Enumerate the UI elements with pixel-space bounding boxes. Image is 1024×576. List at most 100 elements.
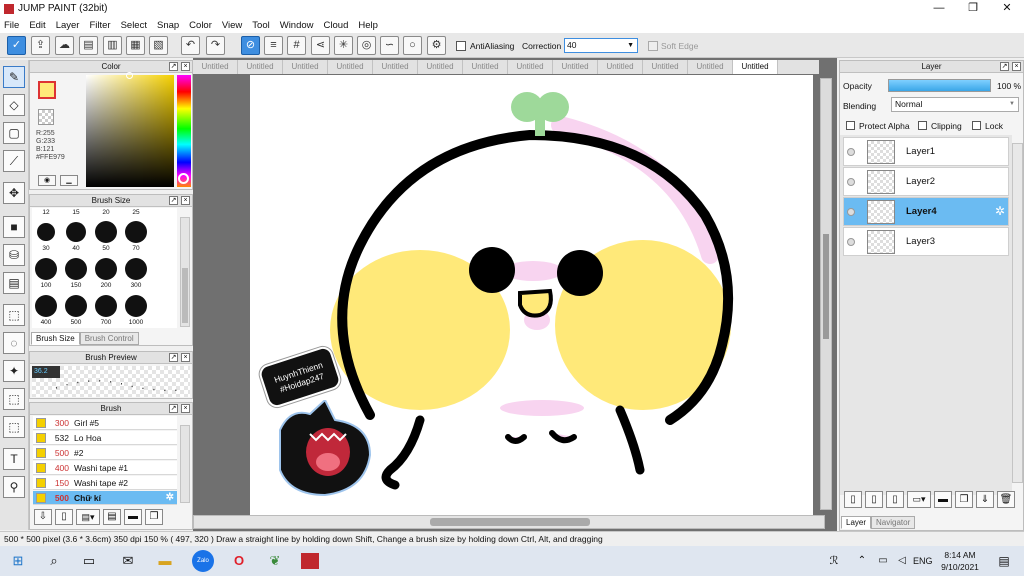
brush-type-menu-icon[interactable]: ▤▾ — [76, 509, 100, 525]
undock-icon[interactable]: ↗ — [169, 62, 178, 71]
color-menu-button[interactable]: ▁ — [60, 175, 78, 186]
people-icon[interactable]: ℛ — [824, 551, 844, 571]
radial-snap-icon[interactable]: ✳ — [334, 36, 353, 55]
new-layer-icon[interactable]: ▯ — [844, 491, 862, 508]
brush-size-scrollbar[interactable] — [180, 217, 190, 327]
undo-icon[interactable]: ↶ — [181, 36, 200, 55]
transparent-swatch[interactable] — [38, 109, 54, 125]
drawing-canvas[interactable]: HuynhThienn #Hoidap247 — [250, 75, 813, 515]
document-tab[interactable]: Untitled — [373, 60, 418, 74]
document-tab[interactable]: Untitled — [328, 60, 373, 74]
volume-icon[interactable]: ◁ — [892, 551, 912, 571]
ellipse-snap-icon[interactable]: ○ — [403, 36, 422, 55]
brush-size-option[interactable] — [95, 258, 117, 280]
tab-navigator[interactable]: Navigator — [871, 516, 916, 529]
brush-item[interactable]: 150 Washi tape #2 — [33, 476, 177, 490]
minimize-button[interactable]: — — [922, 0, 956, 17]
menu-file[interactable]: File — [4, 20, 19, 31]
layer-row[interactable]: Layer3 — [843, 227, 1009, 256]
opera-icon[interactable]: O — [229, 551, 249, 571]
brush-size-option[interactable] — [125, 295, 147, 317]
brush-size-option[interactable] — [35, 295, 57, 317]
menu-snap[interactable]: Snap — [157, 20, 179, 31]
curve-snap-icon[interactable]: ∽ — [380, 36, 399, 55]
document-tab[interactable]: Untitled — [508, 60, 553, 74]
bucket-tool-icon[interactable]: ⛁ — [3, 244, 25, 266]
redo-icon[interactable]: ↷ — [206, 36, 225, 55]
brush-size-option[interactable] — [125, 258, 147, 280]
duplicate-icon[interactable]: ❐ — [955, 491, 973, 508]
brush-size-option[interactable] — [66, 222, 86, 242]
file-explorer-icon[interactable]: ▬ — [155, 551, 175, 571]
undock-icon[interactable]: ↗ — [169, 353, 178, 362]
protect-alpha-checkbox[interactable] — [846, 121, 855, 130]
select-rect-icon[interactable]: ⬚ — [3, 304, 25, 326]
menu-filter[interactable]: Filter — [89, 20, 110, 31]
menu-color[interactable]: Color — [189, 20, 212, 31]
document-icon[interactable]: ▥ — [103, 36, 122, 55]
maximize-button[interactable]: ❐ — [956, 0, 990, 17]
close-icon[interactable]: × — [181, 196, 190, 205]
tab-brush-size[interactable]: Brush Size — [31, 332, 80, 345]
magic-wand-icon[interactable]: ✦ — [3, 360, 25, 382]
undock-icon[interactable]: ↗ — [169, 404, 178, 413]
document-tab[interactable]: Untitled — [283, 60, 328, 74]
notification-icon[interactable]: ▤ — [994, 551, 1014, 571]
lock-checkbox[interactable] — [972, 121, 981, 130]
document-tab[interactable]: Untitled — [733, 60, 778, 74]
lasso-icon[interactable]: ◌ — [3, 332, 25, 354]
gear-icon[interactable]: ✲ — [166, 491, 174, 505]
new-8bit-layer-icon[interactable]: ▯ — [865, 491, 883, 508]
merge-down-icon[interactable]: ⇓ — [976, 491, 994, 508]
brush-size-option[interactable] — [35, 258, 57, 280]
tab-layer[interactable]: Layer — [841, 516, 872, 529]
mail-icon[interactable]: ✉ — [118, 551, 138, 571]
chevron-up-icon[interactable]: ⌃ — [852, 551, 872, 571]
search-icon[interactable]: ⌕ — [44, 551, 64, 571]
undock-icon[interactable]: ↗ — [169, 196, 178, 205]
brush-item[interactable]: 300 Girl #5 — [33, 416, 177, 430]
menu-layer[interactable]: Layer — [56, 20, 80, 31]
document-tab[interactable]: Untitled — [688, 60, 733, 74]
windows-start-icon[interactable]: ⊞ — [8, 551, 28, 571]
text-tool-icon[interactable]: T — [3, 448, 25, 470]
menu-edit[interactable]: Edit — [29, 20, 45, 31]
clipping-checkbox[interactable] — [918, 121, 927, 130]
snap-settings-icon[interactable]: ⚙ — [427, 36, 446, 55]
color-mode-button[interactable]: ◉ — [38, 175, 56, 186]
layer-type-menu-icon[interactable]: ▭▾ — [907, 491, 931, 508]
close-icon[interactable]: × — [181, 62, 190, 71]
visibility-icon[interactable] — [847, 178, 855, 186]
hue-slider[interactable] — [177, 75, 191, 187]
menu-help[interactable]: Help — [358, 20, 378, 31]
brush-list-scrollbar[interactable] — [180, 425, 190, 503]
cloud-check-icon[interactable]: ✓ — [7, 36, 26, 55]
document-tab[interactable]: Untitled — [643, 60, 688, 74]
language-indicator[interactable]: ENG — [913, 556, 933, 566]
fill-rect-icon[interactable]: ■ — [3, 216, 25, 238]
delete-layer-icon[interactable]: 🗑 — [997, 491, 1015, 508]
new-brush-icon[interactable]: ▯ — [55, 509, 73, 525]
color-picker-cursor[interactable] — [126, 72, 133, 79]
document-tab[interactable]: Untitled — [463, 60, 508, 74]
layer-list-scrollbar[interactable] — [1012, 143, 1023, 483]
paint-app-icon[interactable]: ❦ — [265, 551, 285, 571]
perspective-snap-icon[interactable]: ⋖ — [311, 36, 330, 55]
clock[interactable]: 8:14 AM 9/10/2021 — [940, 549, 980, 573]
select-pen-icon[interactable]: ⬚ — [3, 388, 25, 410]
tab-brush-control[interactable]: Brush Control — [79, 332, 139, 345]
opacity-slider[interactable] — [888, 79, 991, 92]
brush-item-selected[interactable]: 500 Chữ kí ✲ — [33, 491, 177, 505]
new-1bit-layer-icon[interactable]: ▯ — [886, 491, 904, 508]
brush-size-option[interactable] — [65, 258, 87, 280]
vertical-scrollbar[interactable] — [820, 78, 832, 510]
foreground-color-swatch[interactable] — [38, 81, 56, 99]
move-tool-icon[interactable]: ✥ — [3, 182, 25, 204]
message-icon[interactable]: ▤ — [79, 36, 98, 55]
brush-size-option[interactable] — [65, 295, 87, 317]
antialiasing-checkbox[interactable] — [456, 41, 466, 51]
eraser-tool-icon[interactable]: ◇ — [3, 94, 25, 116]
horizontal-scrollbar[interactable] — [193, 515, 825, 529]
correction-select[interactable]: 40 ▼ — [564, 38, 638, 53]
lasso-pen-icon[interactable]: ⟋ — [3, 150, 25, 172]
